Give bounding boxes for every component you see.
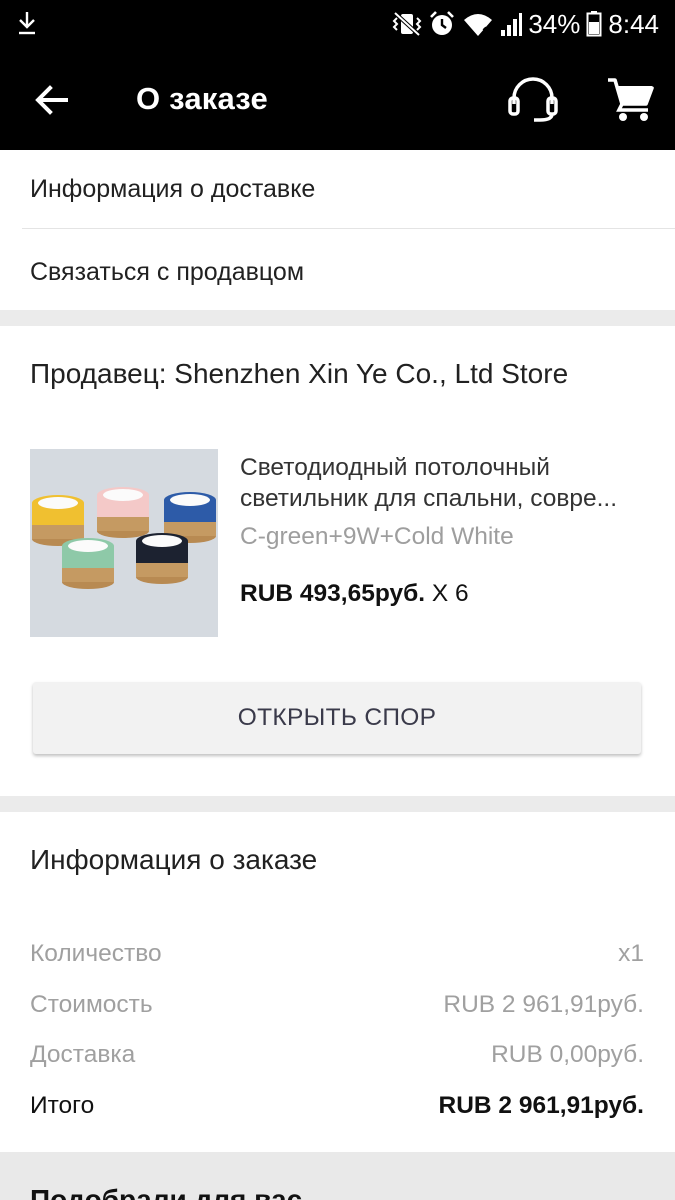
lamp-puck [97, 487, 149, 538]
battery-percent: 34% [528, 9, 581, 39]
cost-row: Стоимость RUB 2 961,91руб. [30, 989, 644, 1021]
divider [22, 228, 675, 229]
clock-time: 8:44 [608, 9, 659, 39]
order-links-card: Информация о доставке Связаться с продав… [0, 150, 675, 310]
support-button[interactable] [506, 74, 560, 124]
app-bar: О заказе [0, 48, 675, 150]
order-info-title: Информация о заказе [30, 844, 318, 875]
status-bar: 34% 8:44 [0, 0, 675, 48]
signal-icon [500, 10, 523, 38]
product-price: RUB 493,65руб. [240, 580, 426, 607]
quantity-row: Количество x1 [30, 938, 644, 970]
total-row: Итого RUB 2 961,91руб. [30, 1090, 644, 1122]
product-sku: C-green+9W+Cold White [240, 523, 514, 550]
shopping-cart-icon [604, 78, 656, 128]
product-title[interactable]: Светодиодный потолочный светильник для с… [240, 452, 650, 514]
contact-seller-link[interactable]: Связаться с продавцом [30, 256, 304, 288]
product-price-line: RUB 493,65руб. X 6 [240, 578, 469, 610]
shipping-row: Доставка RUB 0,00руб. [30, 1039, 644, 1071]
total-value: RUB 2 961,91руб. [438, 1092, 644, 1119]
lamp-puck [136, 533, 188, 584]
total-label: Итого [30, 1092, 95, 1119]
battery-icon [586, 10, 602, 38]
headset-icon [506, 77, 560, 128]
quantity-label: Количество [30, 940, 162, 967]
recommendations-section: Подобрали для вас [0, 1152, 675, 1200]
product-quantity: X 6 [431, 580, 469, 607]
page-title: О заказе [136, 81, 268, 116]
open-dispute-button[interactable]: ОТКРЫТЬ СПОР [33, 682, 641, 754]
product-title-line2: светильник для спальни, совре... [240, 485, 618, 512]
cost-label: Стоимость [30, 991, 153, 1018]
shipping-value: RUB 0,00руб. [491, 1041, 644, 1068]
cart-button[interactable] [604, 74, 656, 124]
cost-value: RUB 2 961,91руб. [443, 991, 644, 1018]
recommendations-title: Подобрали для вас [30, 1184, 303, 1200]
download-arrow-icon [16, 10, 38, 41]
quantity-value: x1 [618, 940, 644, 967]
alarm-icon [428, 10, 456, 38]
arrow-left-icon [30, 85, 74, 126]
lamp-puck [32, 495, 84, 546]
seller-name[interactable]: Продавец: Shenzhen Xin Ye Co., Ltd Store [30, 356, 568, 392]
back-button[interactable] [30, 78, 74, 122]
wifi-icon [462, 10, 494, 38]
delivery-info-link[interactable]: Информация о доставке [30, 173, 315, 205]
lamp-puck [62, 538, 114, 589]
product-thumbnail[interactable] [30, 449, 218, 637]
shipping-label: Доставка [30, 1041, 136, 1068]
vibrate-icon [392, 10, 422, 38]
product-title-line1: Светодиодный потолочный [240, 454, 550, 481]
product-card: Продавец: Shenzhen Xin Ye Co., Ltd Store… [0, 326, 675, 796]
order-info-card: Информация о заказе Количество x1 Стоимо… [0, 812, 675, 1152]
